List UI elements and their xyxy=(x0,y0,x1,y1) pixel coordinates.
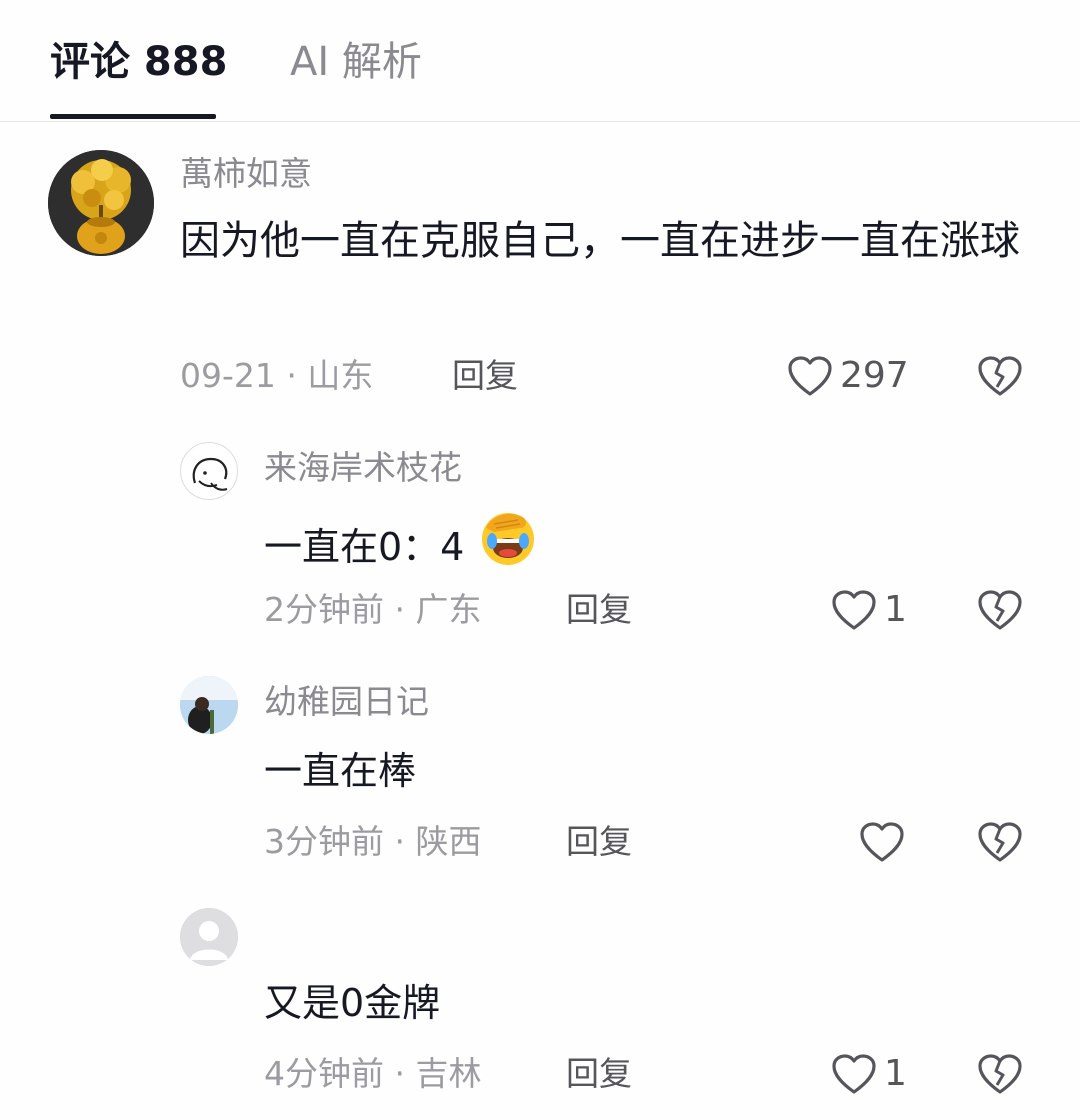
comment-meta: 3分钟前 · 陕西 xyxy=(264,820,481,864)
like-button[interactable]: 1 xyxy=(830,1052,907,1096)
comment-location: 吉林 xyxy=(415,1054,482,1093)
comment-username[interactable]: 来海岸术枝花 xyxy=(264,448,462,488)
comment-time: 2分钟前 xyxy=(264,590,384,629)
like-button[interactable]: 297 xyxy=(786,354,909,398)
reply-button[interactable]: 回复 xyxy=(566,588,632,632)
comment-meta: 09-21 · 山东 xyxy=(180,354,373,398)
comment-time: 4分钟前 xyxy=(264,1054,384,1093)
comment-username[interactable]: 幼稚园日记 xyxy=(264,682,429,722)
like-button[interactable] xyxy=(858,820,906,864)
dislike-button[interactable] xyxy=(976,588,1022,632)
heart-outline-icon xyxy=(832,1054,876,1094)
meta-separator: · xyxy=(394,822,416,861)
meta-separator: · xyxy=(394,1054,416,1093)
like-button[interactable]: 1 xyxy=(830,588,907,632)
like-count: 297 xyxy=(840,355,909,396)
dislike-button[interactable] xyxy=(976,820,1022,864)
comment-username[interactable]: 萬柿如意 xyxy=(180,154,312,194)
tab-comments[interactable]: 评论 888 xyxy=(50,36,227,88)
comment-text-row: 一直在0：4 xyxy=(264,508,538,586)
like-count: 1 xyxy=(884,589,907,630)
comment-time: 3分钟前 xyxy=(264,822,384,861)
like-count: 1 xyxy=(884,1053,907,1094)
dislike-button[interactable] xyxy=(976,354,1022,398)
heart-outline-icon xyxy=(860,822,904,862)
comment-text: 因为他一直在克服自己，一直在进步一直在涨球 xyxy=(180,218,1020,264)
meta-separator: · xyxy=(394,590,416,629)
avatar[interactable] xyxy=(180,676,238,734)
broken-heart-icon xyxy=(978,1054,1022,1094)
comment-text: 一直在0：4 xyxy=(264,525,465,569)
dislike-button[interactable] xyxy=(976,1052,1022,1096)
reply-button[interactable]: 回复 xyxy=(452,354,518,398)
default-avatar-icon xyxy=(180,908,238,966)
avatar[interactable] xyxy=(180,442,238,500)
tab-ai-analysis[interactable]: AI 解析 xyxy=(290,36,422,88)
facepalm-laughing-emoji xyxy=(478,508,538,586)
broken-heart-icon xyxy=(978,590,1022,630)
comment-location: 山东 xyxy=(307,356,374,395)
reply-button[interactable]: 回复 xyxy=(566,1052,632,1096)
comment-tabs: 评论 888 AI 解析 xyxy=(0,0,1080,122)
comment-location: 陕西 xyxy=(415,822,482,861)
comment-text: 又是0金牌 xyxy=(264,981,441,1025)
active-tab-indicator xyxy=(50,114,216,119)
comment-time: 09-21 xyxy=(180,356,276,395)
meta-separator: · xyxy=(286,356,308,395)
heart-outline-icon xyxy=(832,590,876,630)
heart-outline-icon xyxy=(788,356,832,396)
comment-meta: 2分钟前 · 广东 xyxy=(264,588,481,632)
comment-location: 广东 xyxy=(415,590,482,629)
avatar[interactable] xyxy=(48,150,154,256)
broken-heart-icon xyxy=(978,356,1022,396)
avatar[interactable] xyxy=(180,908,238,966)
reply-button[interactable]: 回复 xyxy=(566,820,632,864)
broken-heart-icon xyxy=(978,822,1022,862)
comment-meta: 4分钟前 · 吉林 xyxy=(264,1052,481,1096)
comment-text: 一直在棒 xyxy=(264,749,417,793)
